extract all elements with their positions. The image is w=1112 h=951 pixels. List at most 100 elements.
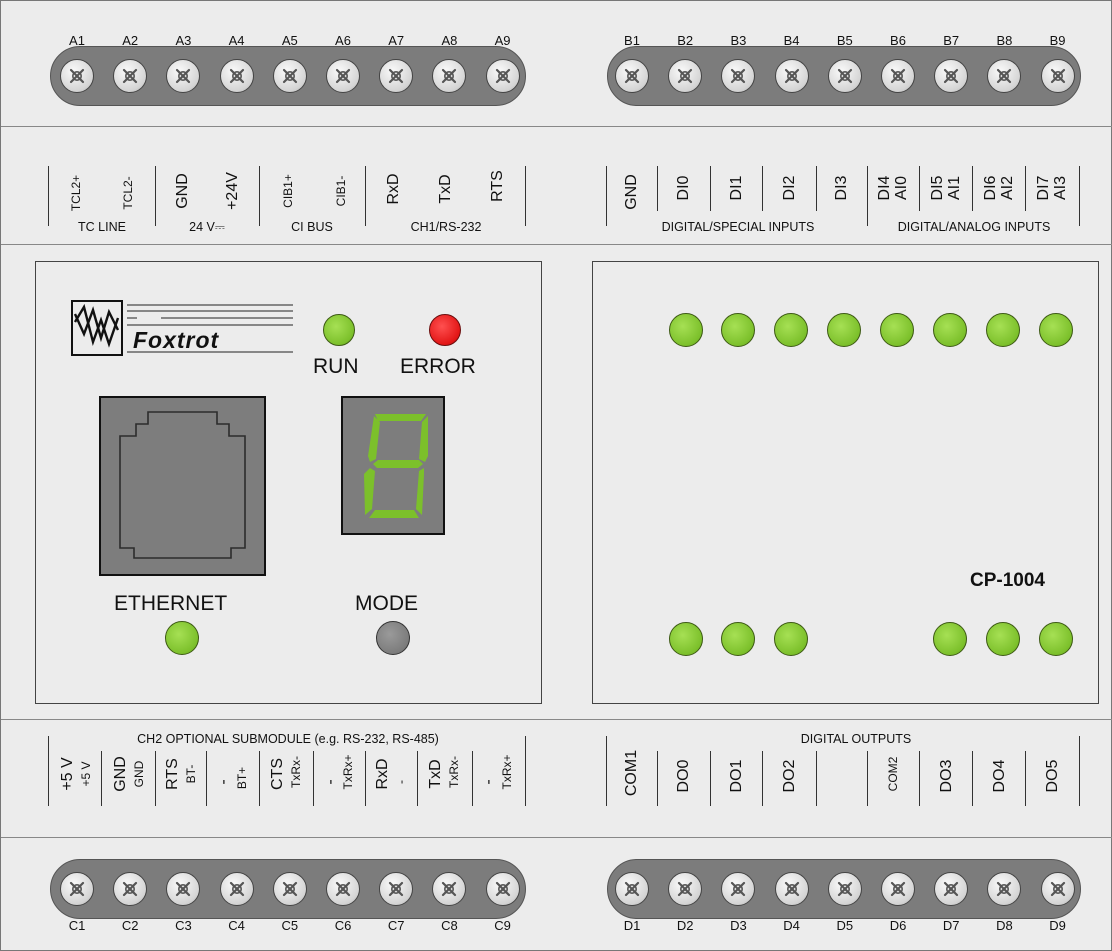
terminal-screw-d3[interactable]	[721, 872, 756, 906]
terminal-screw-b5[interactable]	[827, 59, 862, 93]
screw-icon	[442, 881, 457, 897]
terminal-screw-a3[interactable]	[166, 59, 201, 93]
separator	[710, 751, 711, 806]
separator	[816, 751, 817, 806]
ch2-label-dash-1: -	[215, 779, 232, 785]
terminal-screw-a5[interactable]	[272, 59, 307, 93]
divider-top	[1, 126, 1112, 127]
separator	[101, 751, 102, 806]
terminal-screw-a9[interactable]	[485, 59, 520, 93]
group-label-ci-bus: CI BUS	[291, 220, 333, 234]
run-led	[323, 314, 355, 346]
output-led-4	[986, 622, 1020, 656]
output-led-3	[933, 622, 967, 656]
output-led-5	[1039, 622, 1073, 656]
signal-label-di7: DI7	[1035, 175, 1052, 201]
terminal-screw-d7[interactable]	[934, 872, 969, 906]
terminal-screw-a7[interactable]	[379, 59, 414, 93]
separator	[606, 166, 607, 226]
input-led-5	[933, 313, 967, 347]
terminal-screw-b1[interactable]	[615, 59, 649, 93]
terminal-screw-a8[interactable]	[432, 59, 467, 93]
separator	[762, 166, 763, 211]
terminal-screw-b7[interactable]	[934, 59, 969, 93]
terminal-screw-c4[interactable]	[219, 872, 254, 906]
terminal-screw-a4[interactable]	[219, 59, 254, 93]
terminal-label-d3: D3	[730, 918, 747, 933]
ch2-label-dash-2: -	[322, 779, 339, 785]
input-led-2	[774, 313, 808, 347]
separator	[48, 166, 49, 226]
ch2-sublabel-bt-plus: BT+	[235, 766, 249, 790]
terminal-screw-d2[interactable]	[668, 872, 703, 906]
terminal-screw-a2[interactable]	[113, 59, 148, 93]
signal-label-rxd: RxD	[385, 173, 402, 205]
signal-label-gnd: GND	[174, 173, 191, 209]
output-label-do4: DO4	[991, 759, 1008, 793]
mode-button[interactable]	[376, 621, 410, 655]
terminal-screw-d1[interactable]	[615, 872, 649, 906]
terminal-screw-d9[interactable]	[1040, 872, 1075, 906]
terminal-screw-b3[interactable]	[721, 59, 756, 93]
group-label-tc-line: TC LINE	[78, 220, 126, 234]
terminal-label-d1: D1	[623, 918, 641, 933]
screw-icon	[123, 881, 138, 897]
terminal-screw-d5[interactable]	[827, 872, 862, 906]
terminal-screw-c1[interactable]	[60, 872, 94, 906]
screw-icon	[229, 881, 244, 897]
ch2-submodule-title: CH2 OPTIONAL SUBMODULE (e.g. RS-232, RS-…	[137, 732, 439, 746]
terminal-screw-b8[interactable]	[987, 59, 1022, 93]
terminal-screw-b6[interactable]	[881, 59, 915, 93]
separator	[867, 751, 868, 806]
model-label: CP-1004	[970, 570, 1045, 591]
separator	[657, 751, 658, 806]
terminal-screw-c8[interactable]	[432, 872, 467, 906]
terminal-screw-d4[interactable]	[774, 872, 809, 906]
foxtrot-logo: Foxtrot	[71, 300, 296, 358]
rj45-socket-icon	[119, 411, 246, 559]
separator	[1079, 166, 1080, 226]
screw-icon	[389, 68, 404, 84]
output-label-do0: DO0	[675, 759, 692, 793]
plc-module: A1 A2 A3 A4 A5 A6 A7 A8 A9 B1 B2 B3 B4 B5 B6 B7 B8 B9 TC…	[0, 0, 1112, 951]
screw-icon	[69, 881, 85, 897]
terminal-label-d5: D5	[836, 918, 854, 933]
terminal-screw-c2[interactable]	[113, 872, 148, 906]
separator	[867, 166, 868, 226]
signal-label-di4: DI4	[876, 175, 893, 201]
mode-label: MODE	[355, 592, 418, 615]
terminal-screw-c5[interactable]	[272, 872, 307, 906]
terminal-screw-d6[interactable]	[881, 872, 915, 906]
screw-icon	[335, 881, 351, 897]
screw-icon	[123, 68, 138, 84]
terminal-screw-b9[interactable]	[1040, 59, 1075, 93]
terminal-screw-b4[interactable]	[774, 59, 809, 93]
group-label-digital-analog-inputs: DIGITAL/ANALOG INPUTS	[897, 220, 1051, 234]
ch2-label-txd: TxD	[427, 759, 444, 789]
input-led-0	[669, 313, 703, 347]
terminal-screw-c3[interactable]	[166, 872, 201, 906]
terminal-screw-d8[interactable]	[987, 872, 1022, 906]
terminal-screw-c7[interactable]	[379, 872, 414, 906]
separator	[48, 736, 49, 806]
terminal-screw-b2[interactable]	[668, 59, 703, 93]
signal-label-rts: RTS	[489, 170, 506, 202]
signal-label-di2: DI2	[781, 175, 798, 201]
ch2-sublabel-txrx-minus-2: TxRx-	[447, 756, 461, 788]
terminal-screw-c6[interactable]	[326, 872, 360, 906]
terminal-screw-c9[interactable]	[485, 872, 520, 906]
screw-icon	[495, 68, 510, 84]
ch2-label-5v: +5 V	[59, 757, 76, 791]
ethernet-port[interactable]	[99, 396, 266, 576]
ch2-sublabel-gnd: GND	[132, 760, 146, 788]
terminal-screw-a6[interactable]	[326, 59, 360, 93]
separator	[710, 166, 711, 211]
output-label-do1: DO1	[728, 759, 745, 793]
ethernet-led	[165, 621, 199, 655]
signal-label-ai0: AI0	[893, 175, 910, 201]
separator	[972, 751, 973, 806]
separator	[762, 751, 763, 806]
screw-icon	[678, 881, 693, 897]
screw-icon	[997, 881, 1012, 897]
terminal-screw-a1[interactable]	[60, 59, 94, 93]
